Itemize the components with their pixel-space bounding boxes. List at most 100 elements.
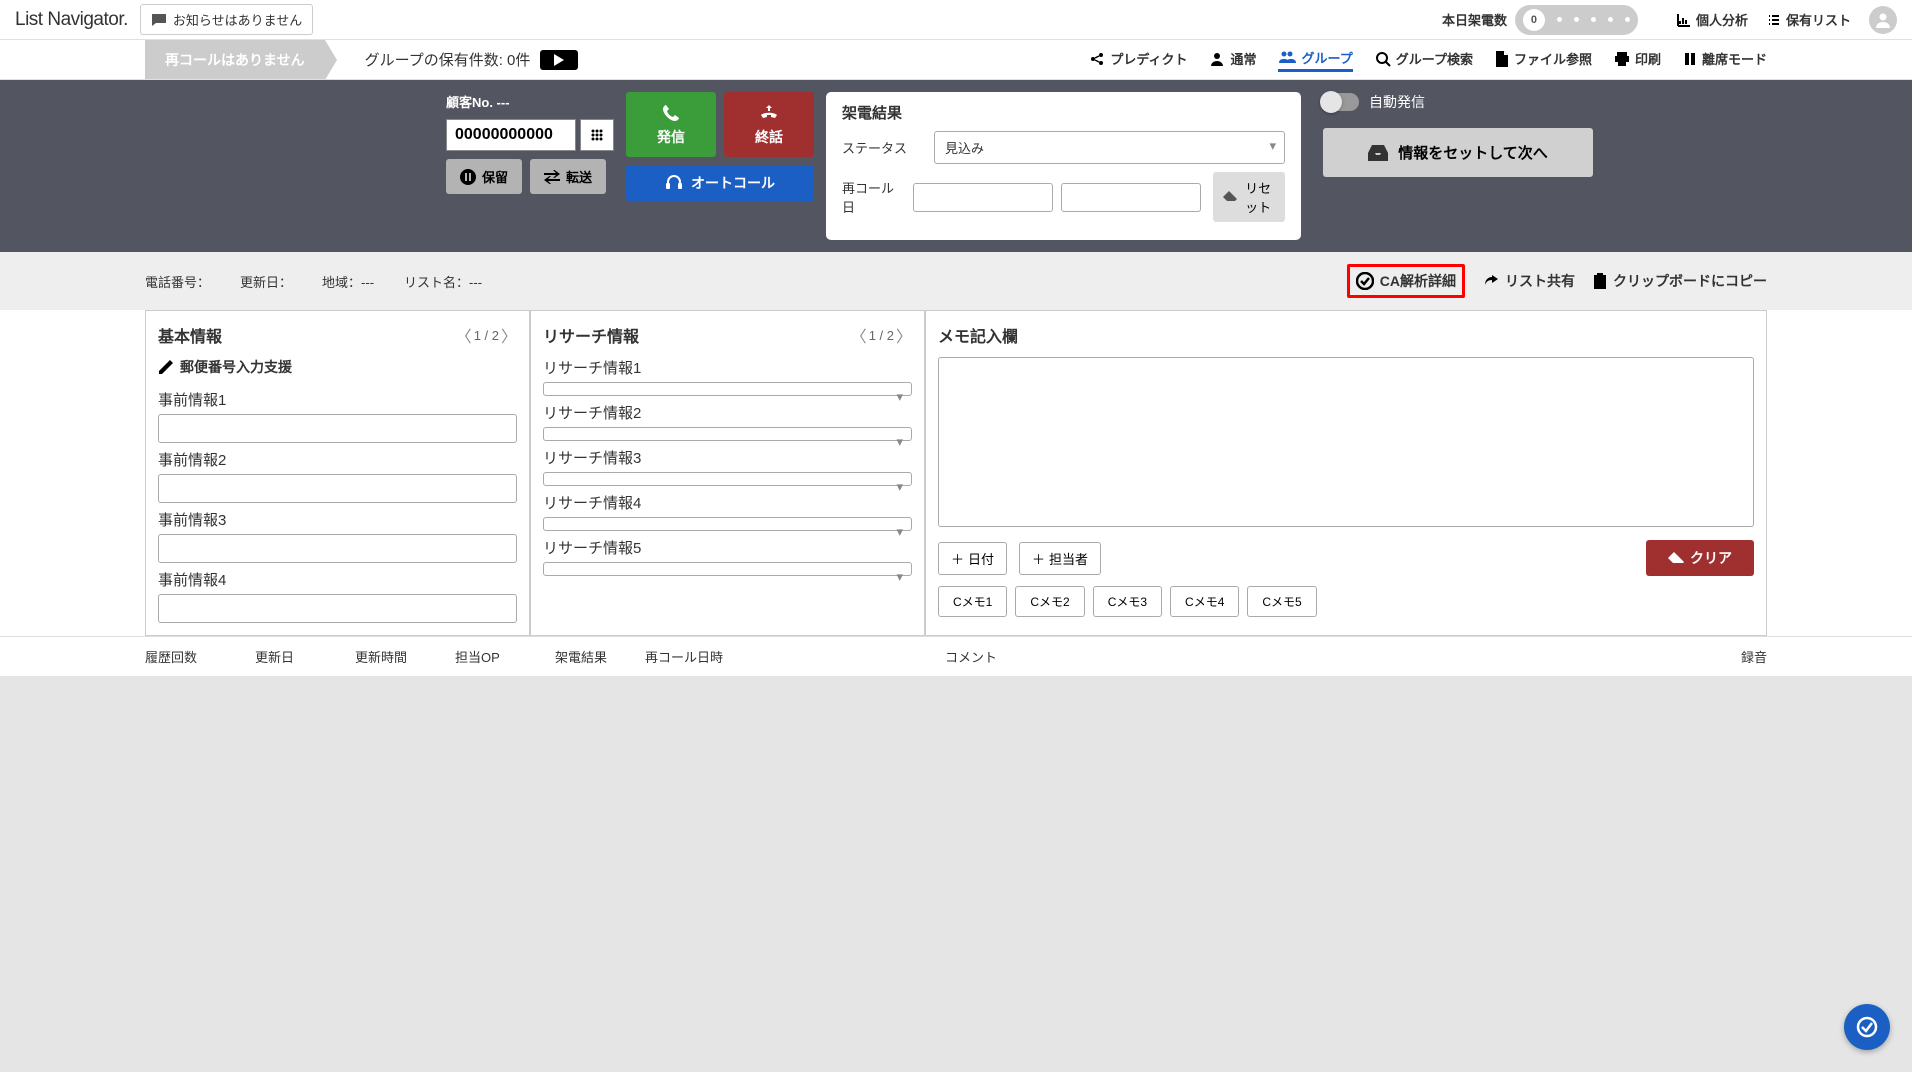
transfer-icon (544, 170, 560, 184)
hist-col: 履歴回数 (145, 647, 255, 666)
file-icon (1495, 51, 1509, 67)
hist-col: 架電結果 (555, 647, 645, 666)
chart-icon (1676, 12, 1692, 28)
logo: List Navigator. (15, 9, 128, 31)
cmemo-1[interactable]: Cメモ1 (938, 586, 1007, 617)
research-select-3[interactable] (543, 472, 912, 486)
nav-print[interactable]: 印刷 (1614, 49, 1661, 70)
info-region: 地域：--- (322, 272, 374, 291)
recall-time-input[interactable] (1061, 183, 1201, 212)
recall-date-label: 再コール日 (842, 178, 901, 216)
research-next[interactable]: 〉 (896, 323, 912, 347)
hist-col: 更新時間 (355, 647, 455, 666)
pause-icon (1683, 52, 1697, 66)
nav-group-search[interactable]: グループ検索 (1375, 49, 1473, 70)
info-updated: 更新日： (240, 272, 292, 291)
cmemo-3[interactable]: Cメモ3 (1093, 586, 1162, 617)
field-label: リサーチ情報3 (543, 447, 912, 468)
field-label: リサーチ情報4 (543, 492, 912, 513)
phone-icon (661, 103, 681, 123)
research-prev[interactable]: 〈 (851, 323, 867, 347)
clipboard-copy-button[interactable]: クリップボードにコピー (1593, 271, 1767, 291)
nav-group[interactable]: グループ (1278, 48, 1352, 72)
basic-info-title: 基本情報 (158, 323, 222, 347)
clipboard-icon (1593, 273, 1607, 289)
nav-away-mode[interactable]: 離席モード (1683, 49, 1767, 70)
cmemo-5[interactable]: Cメモ5 (1247, 586, 1316, 617)
nav-predictive[interactable]: プレディクト (1089, 49, 1187, 70)
eraser-icon (1223, 191, 1237, 203)
call-result-title: 架電結果 (842, 102, 1285, 123)
research-select-5[interactable] (543, 562, 912, 576)
research-select-4[interactable] (543, 517, 912, 531)
customer-no-label: 顧客No. --- (446, 92, 614, 111)
call-result-panel: 架電結果 ステータス 見込み 再コール日 リセット (826, 92, 1301, 240)
dialpad-button[interactable] (580, 119, 614, 151)
group-hold-next-button[interactable] (540, 50, 578, 70)
basic-prev[interactable]: 〈 (456, 323, 472, 347)
held-list-link[interactable]: 保有リスト (1766, 10, 1851, 29)
nav-normal[interactable]: 通常 (1209, 49, 1256, 70)
phone-input[interactable] (446, 119, 576, 151)
insert-date-button[interactable]: ＋ 日付 (938, 542, 1007, 575)
list-share-button[interactable]: リスト共有 (1483, 271, 1575, 291)
research-select-1[interactable] (543, 382, 912, 396)
avatar[interactable] (1869, 6, 1897, 34)
hold-button[interactable]: 保留 (446, 159, 522, 194)
insert-person-button[interactable]: ＋ 担当者 (1019, 542, 1101, 575)
memo-panel: メモ記入欄 ＋ 日付 ＋ 担当者 クリア Cメモ1 Cメモ2 Cメモ3 Cメモ4… (925, 310, 1767, 636)
personal-analysis-link[interactable]: 個人分析 (1676, 10, 1748, 29)
transfer-button[interactable]: 転送 (530, 159, 606, 194)
basic-info-panel: 基本情報 〈 1 / 2 〉 郵便番号入力支援 事前情報1 事前情報2 事前情報… (145, 310, 530, 636)
call-button[interactable]: 発信 (626, 92, 716, 157)
today-calls-count: 0 (1523, 9, 1545, 31)
plus-icon: ＋ (951, 549, 964, 568)
group-hold-count: グループの保有件数: 0件 (345, 40, 599, 79)
basic-field-4[interactable] (158, 594, 517, 623)
recall-date-input[interactable] (913, 183, 1053, 212)
end-call-button[interactable]: 終話 (724, 92, 814, 157)
recall-tag: 再コールはありません (145, 40, 325, 79)
set-next-button[interactable]: 情報をセットして次へ (1323, 128, 1593, 177)
today-calls-pill: 0 (1515, 5, 1638, 35)
fab-analysis-button[interactable] (1844, 1004, 1890, 1050)
research-select-2[interactable] (543, 427, 912, 441)
field-label: 事前情報2 (158, 449, 517, 470)
hist-col: 担当OP (455, 647, 555, 666)
reset-button[interactable]: リセット (1213, 172, 1285, 222)
phone-down-icon (758, 103, 780, 123)
pause-circle-icon (460, 169, 476, 185)
clear-memo-button[interactable]: クリア (1646, 540, 1754, 576)
nav-file-ref[interactable]: ファイル参照 (1495, 49, 1592, 70)
research-panel: リサーチ情報 〈 1 / 2 〉 リサーチ情報1 リサーチ情報2 リサーチ情報3… (530, 310, 925, 636)
share-out-icon (1483, 273, 1499, 289)
hist-col: 再コール日時 (645, 647, 945, 666)
cmemo-2[interactable]: Cメモ2 (1015, 586, 1084, 617)
notice-text: お知らせはありません (173, 10, 302, 29)
field-label: リサーチ情報1 (543, 357, 912, 378)
edit-icon (158, 359, 174, 375)
basic-field-2[interactable] (158, 474, 517, 503)
basic-field-1[interactable] (158, 414, 517, 443)
status-select[interactable]: 見込み (934, 131, 1285, 164)
field-label: リサーチ情報2 (543, 402, 912, 423)
chat-icon (151, 13, 167, 27)
ca-analysis-button[interactable]: CA解析詳細 (1347, 264, 1465, 298)
cmemo-4[interactable]: Cメモ4 (1170, 586, 1239, 617)
field-label: 事前情報4 (158, 569, 517, 590)
search-icon (1375, 51, 1391, 67)
share-icon (1089, 51, 1105, 67)
group-icon (1278, 49, 1296, 65)
postal-helper-link[interactable]: 郵便番号入力支援 (158, 357, 517, 377)
basic-field-3[interactable] (158, 534, 517, 563)
research-title: リサーチ情報 (543, 323, 639, 347)
basic-next[interactable]: 〉 (501, 323, 517, 347)
auto-dial-toggle[interactable] (1323, 93, 1359, 111)
hist-col: 録音 (1707, 647, 1767, 666)
hist-col: コメント (945, 647, 1707, 666)
field-label: 事前情報3 (158, 509, 517, 530)
eraser-icon (1668, 552, 1684, 564)
info-listname: リスト名：--- (404, 272, 482, 291)
memo-textarea[interactable] (938, 357, 1754, 527)
autocall-button[interactable]: オートコール (626, 165, 814, 201)
